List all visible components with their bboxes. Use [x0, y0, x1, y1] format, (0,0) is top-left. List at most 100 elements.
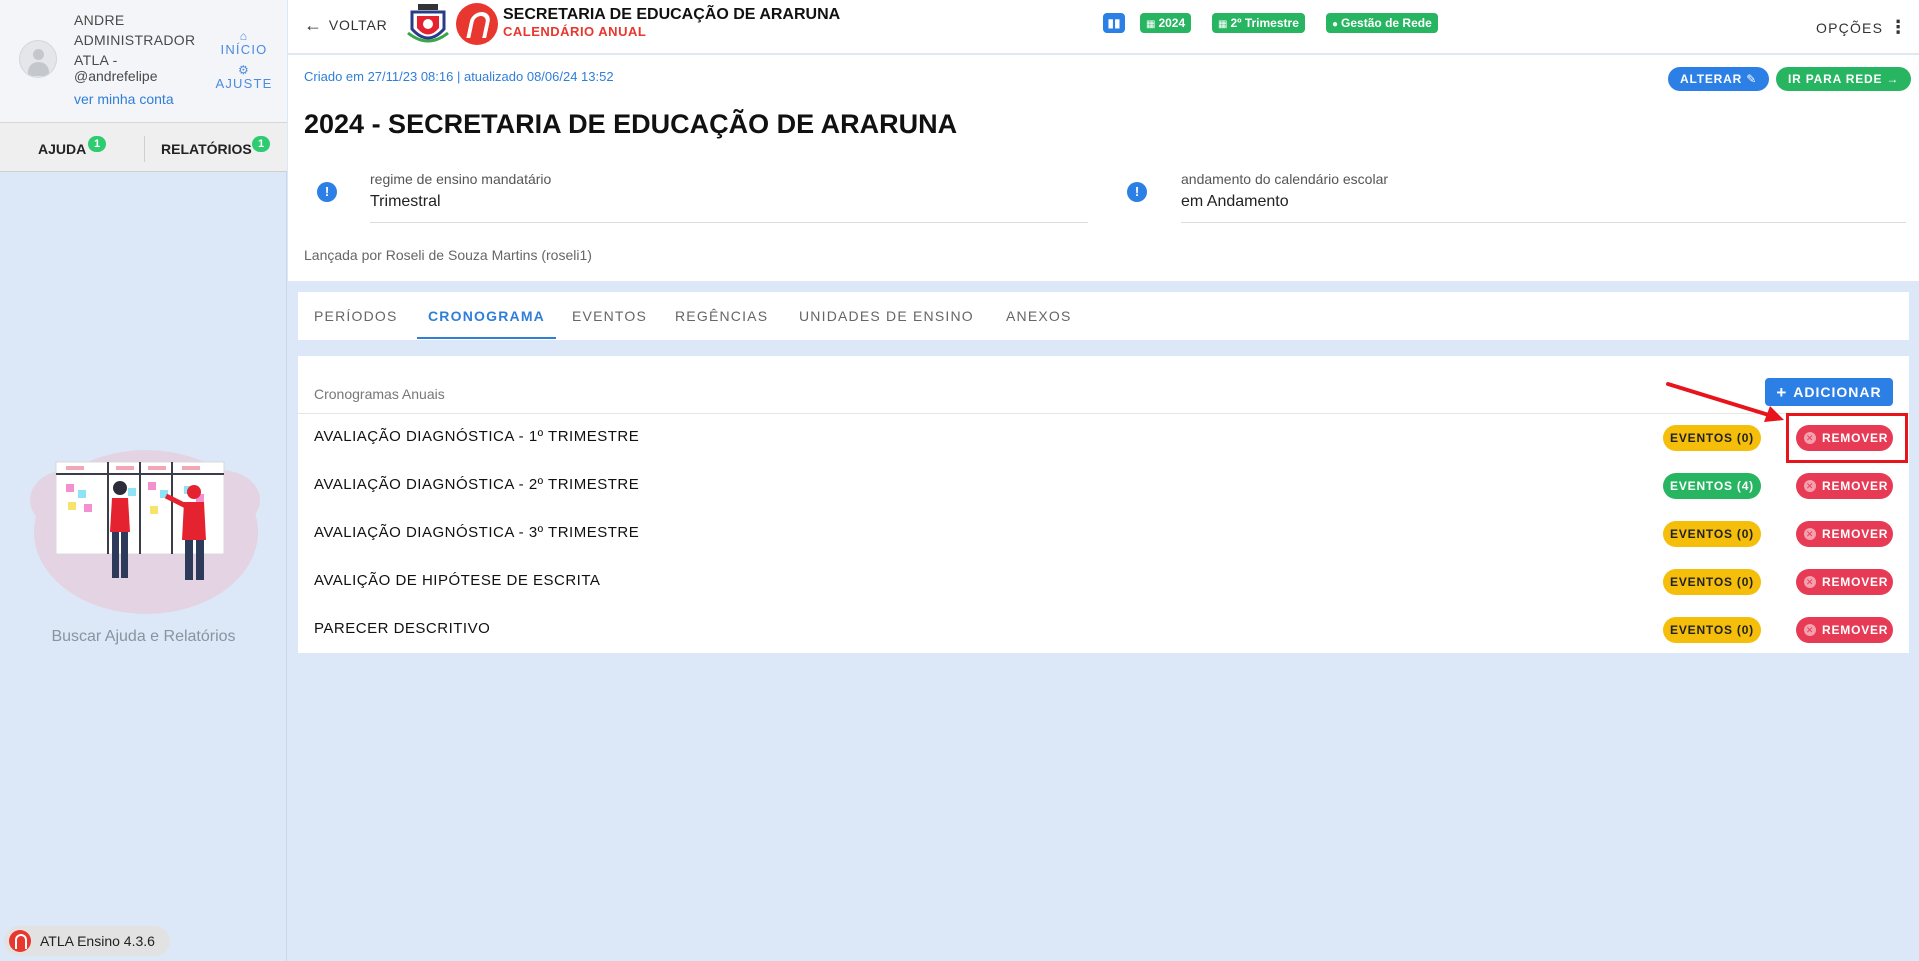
help-reports-bar: AJUDA 1 RELATÓRIOS 1 — [0, 122, 287, 172]
back-button[interactable]: ← VOLTAR — [304, 15, 388, 36]
network-label: Gestão de Rede — [1341, 16, 1432, 30]
schedule-row: AVALIAÇÃO DIAGNÓSTICA - 2º TRIMESTRE EVE… — [298, 462, 1909, 510]
municipal-crest-icon — [407, 4, 449, 43]
tab-eventos[interactable]: EVENTOS — [572, 308, 647, 324]
remove-label: REMOVER — [1822, 479, 1889, 493]
home-label: INÍCIO — [220, 42, 268, 57]
add-label: ADICIONAR — [1793, 384, 1882, 400]
reports-tab[interactable]: RELATÓRIOS — [161, 141, 252, 157]
year-label: 2024 — [1158, 16, 1186, 30]
field-underline — [1181, 222, 1906, 223]
edit-button[interactable]: ALTERAR ✎ — [1668, 67, 1770, 91]
schedule-row: AVALIAÇÃO DIAGNÓSTICA - 3º TRIMESTRE EVE… — [298, 510, 1909, 558]
calendar-icon: ▦ — [1146, 19, 1156, 30]
active-tab-indicator — [417, 337, 556, 339]
released-by: Lançada por Roseli de Souza Martins (ros… — [304, 247, 592, 263]
year-badge[interactable]: ▦ 2024 — [1140, 13, 1192, 33]
schedule-name: AVALIAÇÃO DIAGNÓSTICA - 1º TRIMESTRE — [314, 428, 640, 445]
schedule-name: AVALIÇÃO DE HIPÓTESE DE ESCRITA — [314, 572, 601, 589]
edit-icon: ✎ — [1746, 72, 1758, 86]
avatar[interactable] — [19, 40, 57, 78]
help-tab[interactable]: AJUDA — [38, 141, 86, 157]
close-circle-icon: ✕ — [1804, 576, 1816, 588]
events-badge[interactable]: EVENTOS (4) — [1663, 473, 1761, 499]
remove-button[interactable]: ✕ REMOVER — [1796, 473, 1893, 499]
schedule-row: AVALIÇÃO DE HIPÓTESE DE ESCRITA EVENTOS … — [298, 558, 1909, 606]
tab-unidades-de-ensino[interactable]: UNIDADES DE ENSINO — [799, 308, 974, 324]
remove-label: REMOVER — [1822, 623, 1889, 637]
home-icon: ⌂ — [239, 29, 249, 43]
help-illustration — [30, 450, 260, 614]
arrow-left-icon: ← — [304, 15, 323, 35]
bar-chart-icon: ▮▮ — [1107, 16, 1121, 30]
go-to-network-button[interactable]: IR PARA REDE → — [1776, 67, 1912, 91]
events-badge[interactable]: EVENTOS (0) — [1663, 617, 1761, 643]
check-circle-icon: ● — [1332, 19, 1339, 30]
help-caption: Buscar Ajuda e Relatórios — [51, 628, 236, 645]
stats-button[interactable]: ▮▮ — [1103, 13, 1125, 33]
tab-periodos[interactable]: PERÍODOS — [314, 308, 398, 324]
page-title: 2024 - SECRETARIA DE EDUCAÇÃO DE ARARUNA — [304, 109, 958, 139]
calendar-info-card: Criado em 27/11/23 08:16 | atualizado 08… — [288, 55, 1919, 281]
version-chip[interactable]: ATLA Ensino 4.3.6 — [4, 926, 170, 956]
progress-field[interactable]: em Andamento — [1181, 193, 1289, 211]
quarter-badge[interactable]: ▦ 2º Trimestre — [1212, 13, 1305, 33]
remove-label: REMOVER — [1822, 527, 1889, 541]
tab-regencias[interactable]: REGÊNCIAS — [675, 308, 768, 324]
go-to-network-label: IR PARA REDE — [1788, 72, 1883, 86]
more-vertical-icon: ⋮ — [1889, 17, 1909, 37]
home-button[interactable]: ⌂ INÍCIO — [213, 30, 275, 57]
account-link[interactable]: ver minha conta — [74, 91, 174, 107]
schedules-header: Cronogramas Anuais — [314, 386, 445, 402]
settings-label: AJUSTE — [215, 76, 273, 91]
calendar-icon: ▦ — [1218, 19, 1228, 30]
org-title: SECRETARIA DE EDUCAÇÃO DE ARARUNA — [503, 6, 841, 23]
remove-button[interactable]: ✕ REMOVER — [1796, 521, 1893, 547]
org-subtitle: CALENDÁRIO ANUAL — [503, 24, 647, 39]
close-circle-icon: ✕ — [1804, 624, 1816, 636]
events-badge[interactable]: EVENTOS (0) — [1663, 521, 1761, 547]
gear-icon: ⚙ — [238, 63, 250, 77]
remove-button[interactable]: ✕ REMOVER — [1796, 617, 1893, 643]
sidebar: ANDRE ADMINISTRADOR ATLA - @andrefelipe … — [0, 0, 287, 961]
help-count-badge: 1 — [88, 136, 106, 152]
arrow-right-icon: → — [1886, 72, 1900, 86]
annotation-arrow — [1666, 382, 1784, 422]
events-badge[interactable]: EVENTOS (0) — [1663, 425, 1761, 451]
options-menu[interactable]: OPÇÕES ⋮ — [1816, 17, 1908, 38]
user-handle: @andrefelipe — [74, 68, 158, 84]
divider — [144, 136, 145, 162]
reports-count-badge: 1 — [252, 136, 270, 152]
info-icon: ! — [1127, 182, 1147, 202]
version-text: ATLA Ensino 4.3.6 — [40, 933, 155, 949]
schedule-name: PARECER DESCRITIVO — [314, 620, 491, 637]
close-circle-icon: ✕ — [1804, 528, 1816, 540]
options-label: OPÇÕES — [1816, 20, 1884, 36]
user-name: ANDRE ADMINISTRADOR ATLA - — [74, 12, 196, 68]
atla-logo-icon — [9, 930, 31, 952]
remove-label: REMOVER — [1822, 575, 1889, 589]
progress-label: andamento do calendário escolar — [1181, 171, 1389, 187]
info-icon: ! — [317, 182, 337, 202]
regime-field[interactable]: Trimestral — [370, 193, 441, 211]
user-panel: ANDRE ADMINISTRADOR ATLA - @andrefelipe … — [0, 0, 287, 122]
atla-logo-icon — [456, 3, 498, 45]
quarter-label: 2º Trimestre — [1230, 16, 1299, 30]
topbar: ← VOLTAR SECRETARIA DE EDUCAÇÃO DE ARARUN… — [288, 0, 1919, 54]
settings-button[interactable]: ⚙ AJUSTE — [213, 64, 275, 91]
schedule-row: PARECER DESCRITIVO EVENTOS (0) ✕ REMOVER — [298, 606, 1909, 654]
tab-cronograma[interactable]: CRONOGRAMA — [428, 308, 545, 324]
edit-label: ALTERAR — [1680, 72, 1743, 86]
regime-label: regime de ensino mandatário — [370, 171, 552, 187]
close-circle-icon: ✕ — [1804, 480, 1816, 492]
schedule-name: AVALIAÇÃO DIAGNÓSTICA - 3º TRIMESTRE — [314, 524, 640, 541]
network-badge[interactable]: ● Gestão de Rede — [1326, 13, 1438, 33]
annotation-highlight-box — [1786, 413, 1908, 463]
back-label: VOLTAR — [328, 17, 388, 33]
created-info: Criado em 27/11/23 08:16 | atualizado 08… — [304, 69, 614, 84]
events-badge[interactable]: EVENTOS (0) — [1663, 569, 1761, 595]
tab-anexos[interactable]: ANEXOS — [1006, 308, 1072, 324]
tab-bar: PERÍODOS CRONOGRAMA EVENTOS REGÊNCIAS UN… — [298, 292, 1909, 340]
remove-button[interactable]: ✕ REMOVER — [1796, 569, 1893, 595]
field-underline — [370, 222, 1088, 223]
